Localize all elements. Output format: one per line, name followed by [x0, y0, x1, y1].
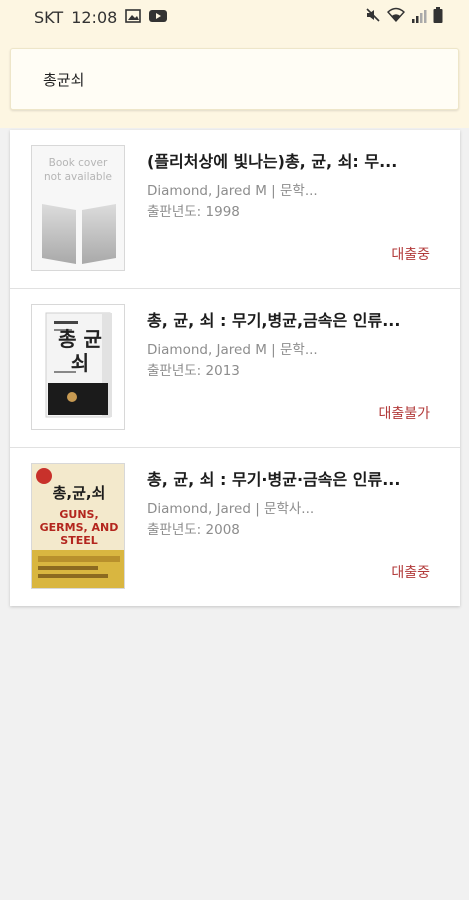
book-title: (플리처상에 빛나는)총, 균, 쇠: 무... — [147, 152, 398, 171]
wifi-icon — [387, 7, 405, 27]
carrier-label: SKT — [34, 7, 64, 27]
book-title: 총, 균, 쇠 : 무기,병균,금속은 인류... — [147, 311, 401, 330]
list-item[interactable]: 총 균 쇠 총, 균, 쇠 : 무기,병균,금속은 인류... Diamond,… — [10, 289, 460, 448]
status-badge: 대출중 — [391, 247, 430, 263]
book-cover-image: 총,균,쇠 GUNS, GERMS, AND STEEL — [31, 463, 125, 589]
cover-title-text: 총 균 쇠 — [58, 327, 102, 375]
book-title: 총, 균, 쇠 : 무기·병균·금속은 인류... — [147, 470, 401, 489]
book-cover-placeholder: Book cover not available — [31, 145, 125, 271]
book-year: 출판년도: 2008 — [147, 522, 240, 538]
clock: 12:08 — [71, 7, 118, 27]
result-list: Book cover not available (플리처상에 빛나는)총, 균… — [10, 130, 460, 606]
search-query: 총균쇠 — [43, 70, 85, 89]
list-item[interactable]: Book cover not available (플리처상에 빛나는)총, 균… — [10, 130, 460, 289]
book-cover-image: 총 균 쇠 — [31, 304, 125, 430]
status-badge: 대출불가 — [378, 406, 430, 422]
mute-icon — [365, 7, 381, 27]
status-right — [365, 7, 443, 27]
list-item[interactable]: 총,균,쇠 GUNS, GERMS, AND STEEL 총, 균, 쇠 : 무… — [10, 448, 460, 606]
cover-subtitle-text: GUNS, GERMS, AND STEEL — [39, 508, 119, 547]
youtube-icon — [149, 8, 168, 27]
book-year: 출판년도: 1998 — [147, 204, 240, 220]
battery-icon — [433, 7, 443, 27]
image-icon — [125, 8, 142, 27]
book-author: Diamond, Jared | 문학사... — [147, 501, 315, 517]
book-author: Diamond, Jared M | 문학... — [147, 183, 318, 199]
search-input[interactable]: 총균쇠 — [10, 48, 459, 110]
status-left: SKT 12:08 — [34, 7, 168, 27]
cover-title-text: 총,균,쇠 — [52, 484, 106, 502]
signal-icon — [411, 8, 427, 27]
book-year: 출판년도: 2013 — [147, 363, 240, 379]
status-badge: 대출중 — [391, 565, 430, 581]
open-book-icon — [42, 204, 116, 264]
book-author: Diamond, Jared M | 문학... — [147, 342, 318, 358]
status-bar: SKT 12:08 — [0, 0, 469, 34]
